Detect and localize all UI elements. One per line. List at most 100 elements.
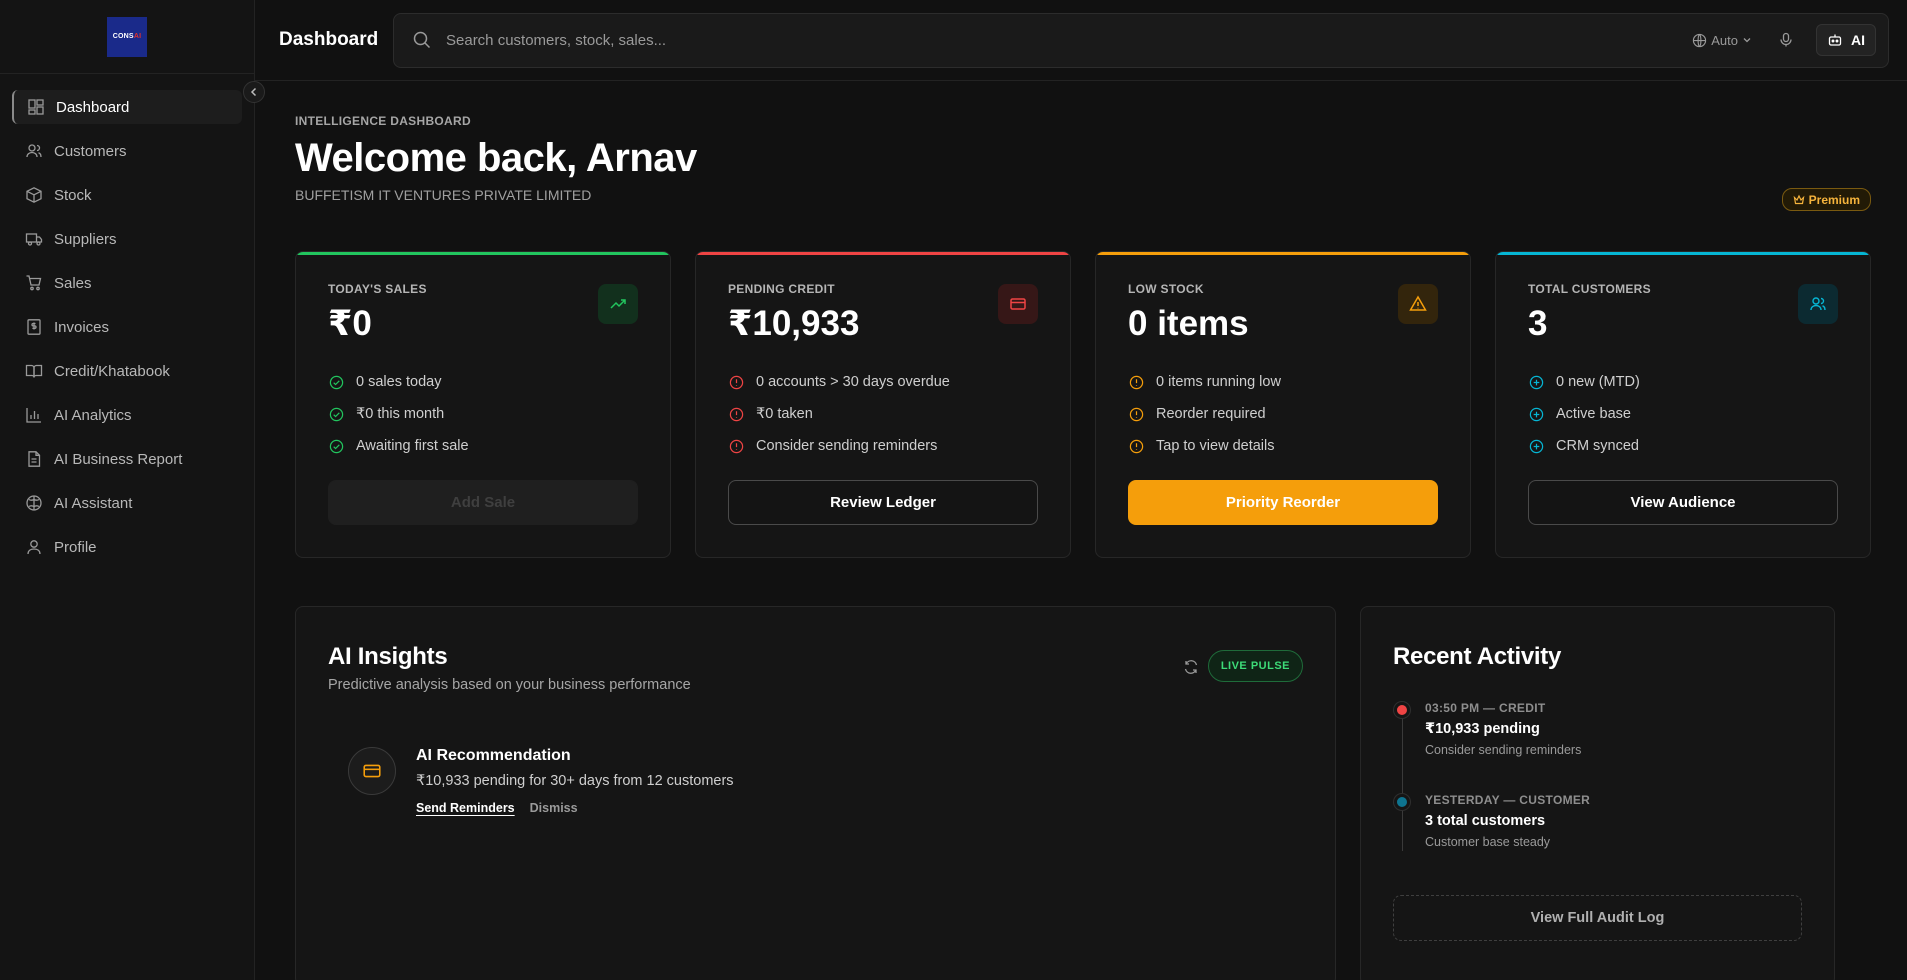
view-audit-log-button[interactable]: View Full Audit Log xyxy=(1393,895,1802,941)
recommendation-text: ₹10,933 pending for 30+ days from 12 cus… xyxy=(416,773,734,789)
live-pulse-badge: LIVE PULSE xyxy=(1207,650,1303,682)
kpi-card-pending-credit: PENDING CREDIT ₹10,933 0 accounts > 30 d… xyxy=(695,251,1071,558)
sidebar-item-stock[interactable]: Stock xyxy=(12,178,242,212)
dashboard-icon xyxy=(26,97,46,117)
plus-circle-icon xyxy=(1528,374,1544,390)
page-header-title: Dashboard xyxy=(279,29,379,50)
sidebar-item-ai-business-report[interactable]: AI Business Report xyxy=(12,442,242,476)
review-ledger-button[interactable]: Review Ledger xyxy=(728,480,1038,525)
bullet-text: 0 accounts > 30 days overdue xyxy=(756,374,950,390)
ai-insights-title: AI Insights xyxy=(328,643,448,670)
truck-icon xyxy=(24,229,44,249)
send-reminders-link[interactable]: Send Reminders xyxy=(416,801,515,815)
bullet-text: Reorder required xyxy=(1156,406,1266,422)
bullet-text: Consider sending reminders xyxy=(756,438,938,454)
list-item: Consider sending reminders xyxy=(728,430,1038,462)
sidebar-item-label: Profile xyxy=(54,538,97,556)
language-selector[interactable]: Auto xyxy=(1692,33,1752,48)
sidebar-item-sales[interactable]: Sales xyxy=(12,266,242,300)
invoice-icon xyxy=(24,317,44,337)
trending-up-icon xyxy=(598,284,638,324)
card-value: ₹10,933 xyxy=(728,304,860,343)
voice-search-button[interactable] xyxy=(1778,32,1794,48)
bullet-text: CRM synced xyxy=(1556,438,1639,454)
credit-card-icon xyxy=(348,747,396,795)
bullet-text: ₹0 this month xyxy=(356,406,445,422)
view-audience-button[interactable]: View Audience xyxy=(1528,480,1838,525)
card-value: 0 items xyxy=(1128,304,1249,343)
dismiss-link[interactable]: Dismiss xyxy=(530,801,578,815)
plus-circle-icon xyxy=(1528,406,1544,422)
list-item: Tap to view details xyxy=(1128,430,1438,462)
page-title: Welcome back, Arnav xyxy=(295,136,697,180)
users-icon xyxy=(1798,284,1838,324)
card-bullets: 0 accounts > 30 days overdue ₹0 taken Co… xyxy=(728,366,1038,462)
kpi-card-total-customers: TOTAL CUSTOMERS 3 0 new (MTD) Active bas… xyxy=(1495,251,1871,558)
ai-insights-panel: AI Insights Predictive analysis based on… xyxy=(295,606,1336,980)
main-area: Dashboard Auto AI INTELLIGENCE DA xyxy=(255,0,1907,980)
list-item: 0 accounts > 30 days overdue xyxy=(728,366,1038,398)
card-bullets: 0 new (MTD) Active base CRM synced xyxy=(1528,366,1838,462)
sidebar-collapse-button[interactable] xyxy=(243,81,265,103)
page-eyebrow: INTELLIGENCE DASHBOARD xyxy=(295,114,471,128)
activity-timeline: 03:50 PM — CREDIT ₹10,933 pending Consid… xyxy=(1393,701,1802,885)
timeline-title: ₹10,933 pending xyxy=(1425,721,1540,737)
card-label: TOTAL CUSTOMERS xyxy=(1528,282,1651,296)
sidebar-item-label: AI Analytics xyxy=(54,406,132,424)
list-item: 0 items running low xyxy=(1128,366,1438,398)
list-item: Active base xyxy=(1528,398,1838,430)
refresh-button[interactable] xyxy=(1183,659,1199,680)
sidebar-item-label: Suppliers xyxy=(54,230,117,248)
kpi-card-todays-sales: TODAY'S SALES ₹0 0 sales today ₹0 this m… xyxy=(295,251,671,558)
users-icon xyxy=(24,141,44,161)
card-accent-line xyxy=(1096,252,1470,255)
chevron-down-icon xyxy=(1743,38,1751,43)
app-logo[interactable]: CONS AI xyxy=(107,16,147,57)
ai-recommendation: AI Recommendation ₹10,933 pending for 30… xyxy=(348,747,1303,815)
search-input[interactable] xyxy=(446,31,1693,49)
alert-circle-icon xyxy=(728,374,744,390)
sidebar-item-invoices[interactable]: Invoices xyxy=(12,310,242,344)
card-bullets: 0 sales today ₹0 this month Awaiting fir… xyxy=(328,366,638,462)
alert-circle-icon xyxy=(728,406,744,422)
sidebar-item-label: Customers xyxy=(54,142,127,160)
bullet-text: Tap to view details xyxy=(1156,438,1275,454)
logo-text-cons: CONS xyxy=(112,33,134,40)
card-accent-line xyxy=(1496,252,1870,255)
plus-circle-icon xyxy=(1528,438,1544,454)
list-item: ₹0 taken xyxy=(728,398,1038,430)
crown-icon xyxy=(1793,194,1805,204)
priority-reorder-button[interactable]: Priority Reorder xyxy=(1128,480,1438,525)
sidebar: CONS AI Dashboard Customers Stock Supplie… xyxy=(0,0,265,980)
card-value: 3 xyxy=(1528,304,1548,343)
card-label: TODAY'S SALES xyxy=(328,282,427,296)
sidebar-item-suppliers[interactable]: Suppliers xyxy=(12,222,242,256)
premium-badge: Premium xyxy=(1781,188,1871,211)
sidebar-item-label: Sales xyxy=(54,274,92,292)
list-item: 0 sales today xyxy=(328,366,638,398)
sidebar-item-profile[interactable]: Profile xyxy=(12,530,242,564)
top-bar: Dashboard Auto AI xyxy=(255,0,1907,81)
sidebar-item-ai-assistant[interactable]: AI Assistant xyxy=(12,486,242,520)
check-circle-icon xyxy=(328,406,344,422)
ai-button-label: AI xyxy=(1851,32,1865,48)
ai-button[interactable]: AI xyxy=(1816,24,1876,56)
sidebar-item-dashboard[interactable]: Dashboard xyxy=(12,90,242,124)
book-icon xyxy=(24,361,44,381)
alert-circle-icon xyxy=(1128,438,1144,454)
card-value: ₹0 xyxy=(328,304,372,343)
alert-circle-icon xyxy=(728,438,744,454)
search-bar: Auto AI xyxy=(393,12,1889,68)
list-item: ₹0 this month xyxy=(328,398,638,430)
sidebar-item-credit-khatabook[interactable]: Credit/Khatabook xyxy=(12,354,242,388)
timeline-dot xyxy=(1397,705,1407,715)
sidebar-nav: Dashboard Customers Stock Suppliers Sale… xyxy=(0,74,254,564)
list-item: Reorder required xyxy=(1128,398,1438,430)
sidebar-item-ai-analytics[interactable]: AI Analytics xyxy=(12,398,242,432)
warning-icon xyxy=(1398,284,1438,324)
sidebar-item-customers[interactable]: Customers xyxy=(12,134,242,168)
cart-icon xyxy=(24,273,44,293)
add-sale-button[interactable]: Add Sale xyxy=(328,480,638,525)
timeline-item: 03:50 PM — CREDIT ₹10,933 pending Consid… xyxy=(1397,701,1802,793)
chevron-left-icon xyxy=(250,87,257,97)
